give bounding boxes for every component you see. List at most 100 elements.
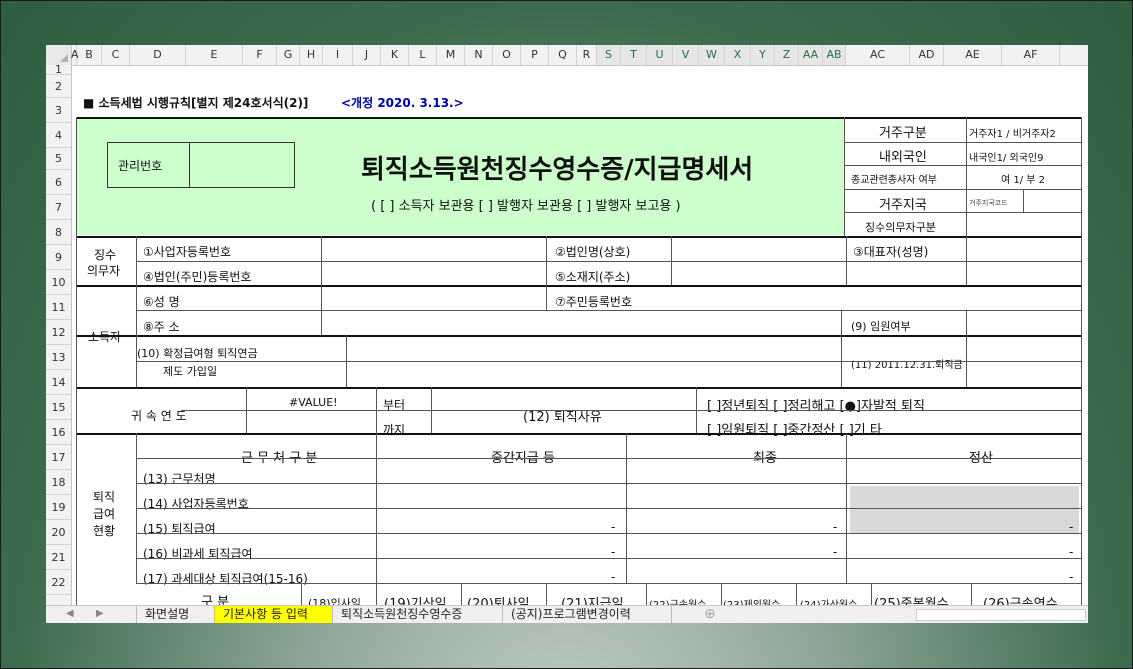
column-header[interactable]: Z [775, 45, 799, 65]
row22-col5: (21)지급일 [561, 597, 624, 605]
residence-label: 거주구분 [879, 126, 927, 141]
earner-address-label: ⑧주 소 [143, 320, 180, 334]
settle-value[interactable]: - [1069, 545, 1073, 559]
row-header[interactable]: 14 [46, 370, 71, 395]
add-sheet-icon[interactable]: ⊕ [704, 606, 716, 622]
column-header[interactable]: N [465, 45, 493, 65]
column-header[interactable]: P [521, 45, 549, 65]
column-header[interactable]: T [621, 45, 647, 65]
column-header[interactable]: AA [799, 45, 823, 65]
biz-no-label: ①사업자등록번호 [143, 245, 232, 259]
horizontal-scrollbar[interactable] [916, 609, 1086, 621]
final-value[interactable]: - [833, 520, 837, 534]
row-header[interactable]: 10 [46, 270, 71, 295]
column-header[interactable]: H [300, 45, 323, 65]
row-header[interactable]: 15 [46, 395, 71, 420]
column-header[interactable]: W [699, 45, 725, 65]
row-header[interactable]: 13 [46, 345, 71, 370]
tab-basic-input[interactable]: 기본사항 등 입력 [214, 606, 332, 623]
column-header[interactable]: D [130, 45, 186, 65]
row-header[interactable]: 22 [46, 570, 71, 595]
row-header[interactable]: 17 [46, 445, 71, 470]
column-header[interactable]: X [725, 45, 751, 65]
tab-receipt[interactable]: 퇴직소득원천징수영수증 [332, 606, 502, 623]
mgmt-no-input[interactable] [191, 144, 293, 186]
settle-value[interactable]: - [1069, 520, 1073, 534]
tab-changelog[interactable]: (공지)프로그램변경이력 [502, 606, 672, 623]
row-header[interactable]: 18 [46, 470, 71, 495]
column-header[interactable]: S [597, 45, 621, 65]
row-header[interactable]: 6 [46, 170, 71, 195]
status-row-label: (16) 비과세 퇴직급여 [143, 547, 253, 561]
corp-name-label: ②법인명(상호) [555, 245, 631, 259]
column-header[interactable]: C [102, 45, 130, 65]
country-code-label: 거주지국코드 [969, 199, 1008, 207]
payer-group-label-1: 징수 [94, 248, 117, 262]
tab-help[interactable]: 화면설명 [136, 606, 214, 623]
period-label: 귀 속 연 도 [131, 409, 187, 423]
row-header[interactable]: 11 [46, 295, 71, 320]
row22-col7: (23)제외월수 [723, 596, 780, 605]
row-header[interactable]: 9 [46, 245, 71, 270]
column-header[interactable]: AD [910, 45, 944, 65]
reason-options-2[interactable]: [ ]임원퇴직 [ ]중간정산 [ ]기 타 [707, 419, 882, 438]
reason-options-1[interactable]: [ ]정년퇴직 [ ]정리해고 [●]자발적 퇴직 [707, 395, 925, 414]
final-value[interactable]: - [833, 545, 837, 559]
interim-value[interactable]: - [611, 545, 615, 559]
column-header[interactable]: R [577, 45, 597, 65]
resident-no-label: ⑦주민등록번호 [555, 295, 632, 309]
row-header[interactable]: 1 [46, 64, 71, 75]
mgmt-no-label: 관리번호 [118, 159, 163, 173]
column-header[interactable]: J [353, 45, 381, 65]
column-header[interactable]: I [323, 45, 353, 65]
row-header[interactable]: 20 [46, 520, 71, 545]
select-all-corner[interactable] [46, 45, 72, 65]
disabled-cells [850, 486, 1079, 533]
row22-col2: (18)입사일 [308, 597, 361, 605]
row-header[interactable]: 2 [46, 75, 71, 98]
column-header[interactable]: B [77, 45, 102, 65]
row-header[interactable]: 12 [46, 320, 71, 345]
column-header[interactable]: O [493, 45, 521, 65]
status-group-1: 퇴직 [93, 490, 116, 504]
status-row-label: (15) 퇴직급여 [143, 522, 216, 536]
column-header[interactable]: V [673, 45, 699, 65]
row-header[interactable]: 8 [46, 220, 71, 245]
row-header[interactable]: 4 [46, 123, 71, 148]
nationality-value[interactable]: 내국인1/ 외국인9 [969, 149, 1043, 164]
row-header[interactable]: 16 [46, 420, 71, 445]
row-header[interactable]: 5 [46, 148, 71, 170]
column-header[interactable]: AE [944, 45, 1002, 65]
worksheet-grid[interactable]: ■ 소득세법 시행규칙[별지 제24호서식(2)] <개정 2020. 3.13… [71, 65, 1088, 605]
column-header[interactable]: E [186, 45, 243, 65]
column-header[interactable]: F [243, 45, 277, 65]
interim-value[interactable]: - [611, 570, 615, 584]
period-value[interactable]: #VALUE! [289, 396, 338, 409]
column-header[interactable]: L [409, 45, 437, 65]
column-header[interactable]: Y [751, 45, 775, 65]
copy-type-selector[interactable]: ( [ ] 소득자 보관용 [ ] 발행자 보관용 [ ] 발행자 보고용 ) [371, 195, 681, 214]
column-header[interactable]: K [381, 45, 409, 65]
column-header[interactable]: M [437, 45, 465, 65]
column-header[interactable]: Q [549, 45, 577, 65]
column-header[interactable]: G [277, 45, 300, 65]
residence-value[interactable]: 거주자1 / 비거주자2 [969, 125, 1056, 140]
row-header[interactable]: 3 [46, 98, 71, 123]
prev-sheet-icon[interactable]: ◀ [66, 608, 74, 619]
row-header[interactable]: 21 [46, 545, 71, 570]
pension-label-1: (10) 확정급여형 퇴직연금 [137, 347, 258, 360]
regulation-label: ■ 소득세법 시행규칙[별지 제24호서식(2)] [83, 96, 309, 110]
column-header[interactable]: AB [823, 45, 846, 65]
religious-value[interactable]: 여 1/ 부 2 [1001, 171, 1045, 186]
col-interim: 중간지급 등 [491, 451, 555, 466]
next-sheet-icon[interactable]: ▶ [96, 608, 104, 619]
settle-value[interactable]: - [1069, 570, 1073, 584]
column-header[interactable]: AC [846, 45, 910, 65]
column-header[interactable]: AF [1002, 45, 1060, 65]
status-group-2: 급여 [93, 507, 116, 521]
row-header[interactable]: 19 [46, 495, 71, 520]
column-header[interactable]: U [647, 45, 673, 65]
row22-col6: (22)근속월수 [649, 596, 706, 605]
interim-value[interactable]: - [611, 520, 615, 534]
row-header[interactable]: 7 [46, 195, 71, 220]
